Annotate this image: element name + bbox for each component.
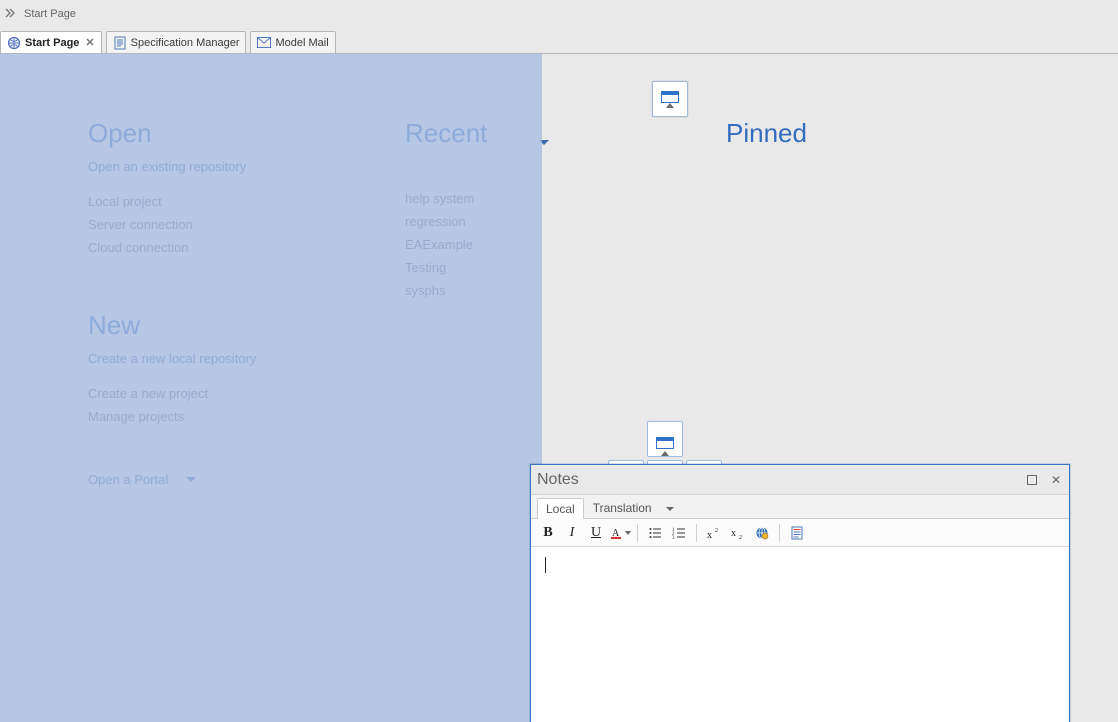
- pinned-heading: Pinned: [726, 118, 926, 149]
- new-heading: New: [88, 310, 348, 341]
- font-color-button[interactable]: A: [609, 522, 631, 544]
- svg-text:2: 2: [715, 528, 718, 534]
- arrow-up-icon: [661, 451, 669, 456]
- underline-button[interactable]: U: [585, 522, 607, 544]
- svg-text:3: 3: [672, 536, 675, 540]
- toolbar-separator: [779, 524, 780, 542]
- open-item-server-connection[interactable]: Server connection: [88, 217, 348, 232]
- close-icon[interactable]: ✕: [1049, 473, 1063, 487]
- open-item-local-project[interactable]: Local project: [88, 194, 348, 209]
- dock-top-icon: [661, 91, 679, 103]
- notes-toolbar: B I U A 123 x2 x2: [531, 519, 1069, 547]
- recent-item[interactable]: EAExample: [405, 237, 605, 252]
- mail-icon: [257, 36, 271, 50]
- open-subtitle: Open an existing repository: [88, 159, 348, 174]
- hyperlink-button[interactable]: [751, 522, 773, 544]
- arrow-up-icon: [666, 103, 674, 108]
- breadcrumb-expand-icon[interactable]: [4, 8, 16, 20]
- tab-specification-manager[interactable]: Specification Manager: [106, 31, 247, 53]
- dock-top-icon: [656, 437, 674, 449]
- subscript-button[interactable]: x2: [727, 522, 749, 544]
- recent-item[interactable]: Testing: [405, 260, 605, 275]
- recent-heading: Recent: [405, 118, 487, 149]
- open-portal-link[interactable]: Open a Portal: [88, 472, 348, 487]
- recent-item[interactable]: sysphs: [405, 283, 605, 298]
- chevron-down-icon: [186, 477, 196, 483]
- close-icon[interactable]: ✕: [85, 36, 94, 49]
- tab-model-mail[interactable]: Model Mail: [250, 31, 335, 53]
- breadcrumb-bar: Start Page: [0, 0, 1118, 28]
- bullet-list-button[interactable]: [644, 522, 666, 544]
- document-tabstrip: Start Page ✕ Specification Manager Model…: [0, 28, 1118, 54]
- chevron-down-icon[interactable]: [539, 135, 549, 149]
- open-item-cloud-connection[interactable]: Cloud connection: [88, 240, 348, 255]
- notes-subtab-translation[interactable]: Translation: [584, 497, 661, 518]
- breadcrumb-label[interactable]: Start Page: [24, 8, 76, 20]
- dock-target-north[interactable]: [647, 421, 683, 457]
- notes-title: Notes: [537, 471, 579, 489]
- globe-icon: [7, 36, 21, 50]
- new-document-button[interactable]: [786, 522, 808, 544]
- tab-label: Specification Manager: [131, 37, 240, 49]
- open-heading: Open: [88, 118, 348, 149]
- tab-label: Model Mail: [275, 37, 328, 49]
- toolbar-separator: [696, 524, 697, 542]
- dock-target-top[interactable]: [652, 81, 688, 117]
- text-caret: [545, 557, 546, 573]
- document-icon: [113, 36, 127, 50]
- italic-button[interactable]: I: [561, 522, 583, 544]
- new-subtitle: Create a new local repository: [88, 351, 348, 366]
- tab-label: Start Page: [25, 37, 79, 49]
- superscript-button[interactable]: x2: [703, 522, 725, 544]
- toolbar-separator: [637, 524, 638, 542]
- pinned-column: Pinned: [726, 118, 926, 159]
- numbered-list-button[interactable]: 123: [668, 522, 690, 544]
- recent-item[interactable]: regression: [405, 214, 605, 229]
- tab-start-page[interactable]: Start Page ✕: [0, 31, 102, 53]
- new-section: New Create a new local repository Create…: [88, 310, 348, 424]
- notes-editor[interactable]: [531, 547, 1069, 722]
- open-column: Open Open an existing repository Local p…: [88, 118, 348, 487]
- recent-column: Recent help system regression EAExample …: [405, 118, 605, 306]
- svg-text:x: x: [707, 530, 712, 540]
- notes-subtabs: Local Translation: [531, 495, 1069, 519]
- notes-panel[interactable]: Notes ✕ Local Translation B I U A: [530, 464, 1070, 722]
- maximize-icon[interactable]: [1025, 473, 1039, 487]
- notes-titlebar[interactable]: Notes ✕: [531, 465, 1069, 495]
- recent-item[interactable]: help system: [405, 191, 605, 206]
- svg-text:2: 2: [739, 535, 742, 540]
- notes-subtab-local[interactable]: Local: [537, 498, 584, 519]
- new-item-manage-projects[interactable]: Manage projects: [88, 409, 348, 424]
- bold-button[interactable]: B: [537, 522, 559, 544]
- open-portal-label: Open a Portal: [88, 472, 168, 487]
- notes-subtab-dropdown[interactable]: [661, 497, 679, 518]
- svg-text:x: x: [731, 528, 736, 539]
- main-content: Open Open an existing repository Local p…: [0, 54, 1118, 722]
- new-item-create-project[interactable]: Create a new project: [88, 386, 348, 401]
